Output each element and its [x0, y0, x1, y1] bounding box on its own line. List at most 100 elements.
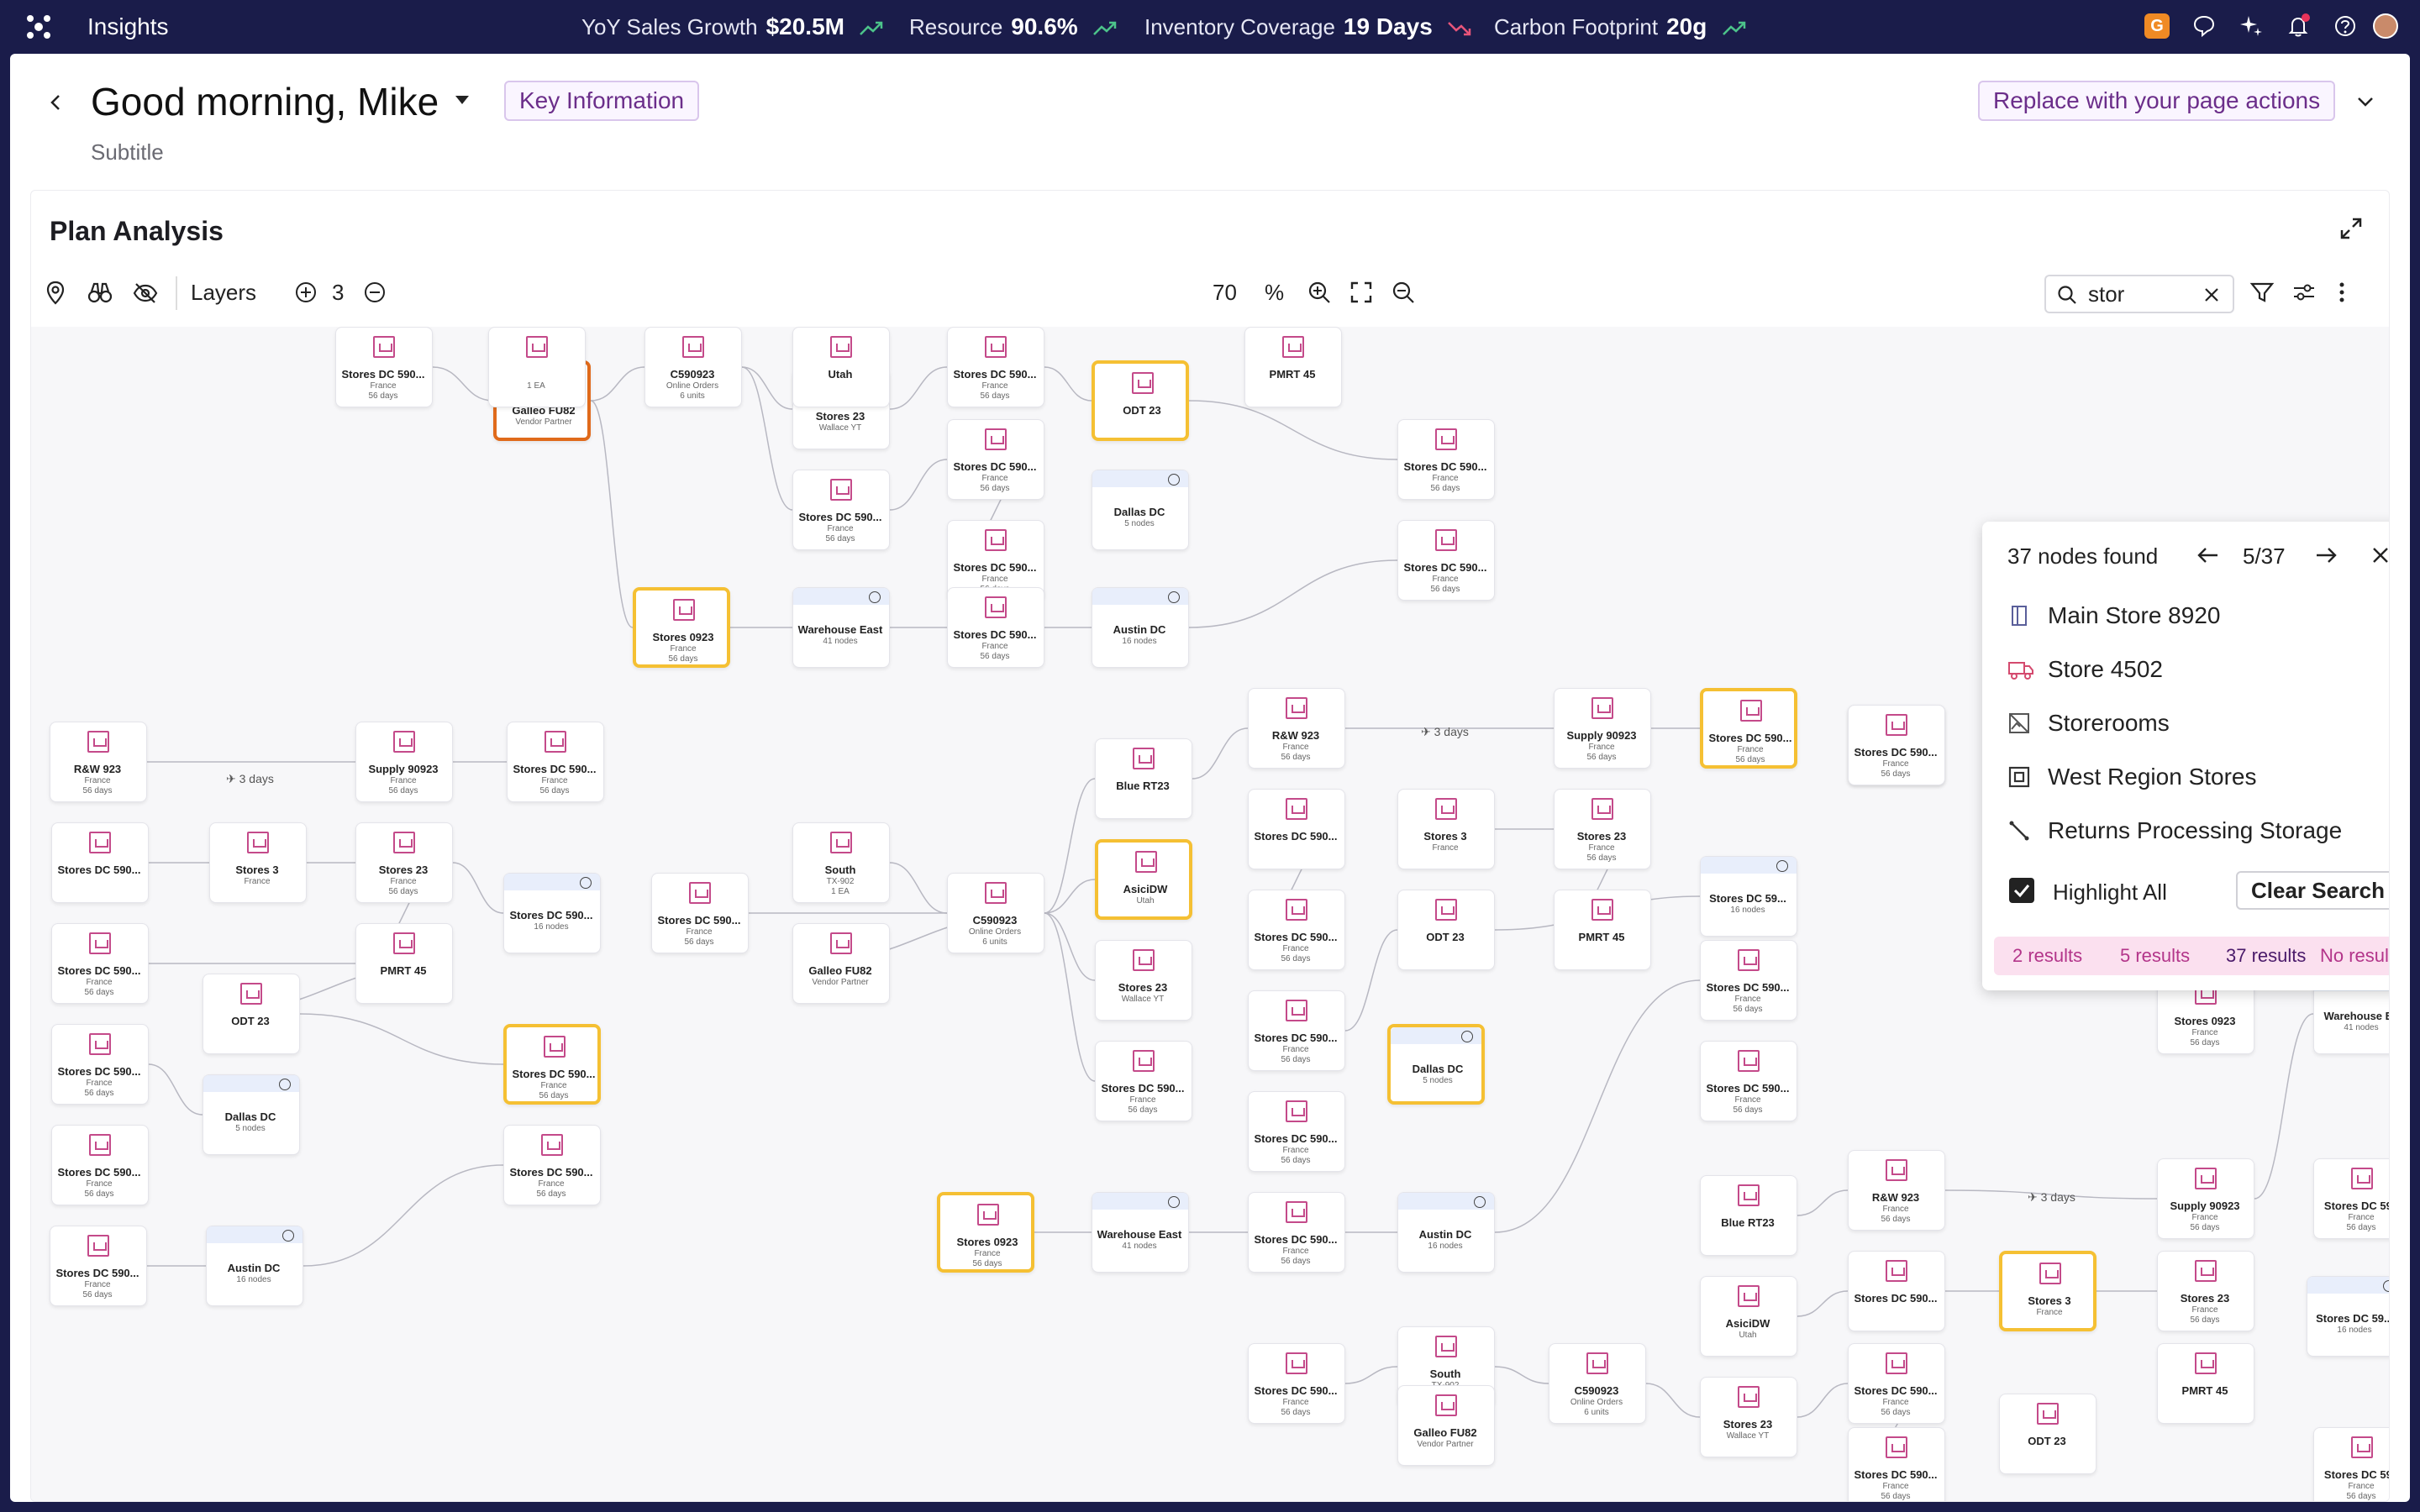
- expand-group-icon[interactable]: [869, 591, 881, 603]
- zoom-value[interactable]: 70: [1213, 280, 1237, 306]
- expand-group-icon[interactable]: [1168, 1196, 1180, 1208]
- graph-node[interactable]: PMRT 45: [1244, 327, 1342, 407]
- location-pin-icon[interactable]: [43, 280, 68, 307]
- graph-node[interactable]: Stores DC 59... 16 nodes: [1700, 856, 1797, 937]
- graph-node[interactable]: Stores DC 590...France56 days: [1848, 705, 1945, 785]
- graph-node[interactable]: Warehouse East 41 nodes: [1092, 1192, 1189, 1273]
- graph-node[interactable]: R&W 923 France 56 days: [1248, 688, 1345, 769]
- expand-group-icon[interactable]: [1461, 1031, 1473, 1042]
- graph-node[interactable]: 1 EA: [488, 327, 586, 407]
- graph-node[interactable]: Stores DC 590...France56 days: [51, 1024, 149, 1105]
- graph-node[interactable]: ODT 23: [1397, 890, 1495, 970]
- avatar[interactable]: [2373, 13, 2398, 39]
- graph-node[interactable]: Warehouse East 41 nodes: [792, 587, 890, 668]
- graph-node[interactable]: Stores DC 590...France56 days: [1700, 1041, 1797, 1121]
- graph-node[interactable]: Stores DC 590...: [1848, 1251, 1945, 1331]
- graph-node[interactable]: Stores DC 590...France56 days: [1397, 419, 1495, 500]
- remove-layer-icon[interactable]: [362, 280, 387, 305]
- graph-node[interactable]: Stores DC 590...France56 days: [1397, 520, 1495, 601]
- graph-node[interactable]: C590923 Online Orders 6 units: [1549, 1343, 1646, 1424]
- graph-node[interactable]: Stores DC 590...France56 days: [51, 1125, 149, 1205]
- expand-icon[interactable]: [2338, 216, 2364, 241]
- graph-node[interactable]: Stores DC 590...France56 days: [1248, 1343, 1345, 1424]
- graph-node[interactable]: Stores 23 France 56 days: [1554, 789, 1651, 869]
- page-actions-button[interactable]: Replace with your page actions: [1978, 81, 2336, 121]
- graph-node[interactable]: Dallas DC 5 nodes: [1387, 1024, 1485, 1105]
- visibility-off-icon[interactable]: [132, 280, 159, 307]
- chevron-down-icon[interactable]: [2354, 91, 2376, 113]
- graph-node[interactable]: ODT 23: [1999, 1394, 2096, 1474]
- graph-node[interactable]: PMRT 45: [2157, 1343, 2254, 1424]
- graph-node[interactable]: ODT 23: [203, 974, 300, 1054]
- graph-node[interactable]: Stores DC 590...France56 days: [1095, 1041, 1192, 1121]
- graph-node[interactable]: Stores DC 590...France56 days: [335, 327, 433, 407]
- graph-node[interactable]: Stores DC 590...France56 days: [503, 1024, 601, 1105]
- search-input[interactable]: [2088, 281, 2189, 307]
- help-icon[interactable]: [2333, 13, 2358, 39]
- graph-node[interactable]: Stores 0923 France 56 days: [633, 587, 730, 668]
- next-result-icon[interactable]: [2313, 543, 2338, 567]
- graph-node[interactable]: Stores DC 590...France56 days: [1700, 688, 1797, 769]
- result-item[interactable]: Storerooms: [2007, 706, 2377, 740]
- graph-node[interactable]: Stores DC 590...France56 days: [1248, 1192, 1345, 1273]
- zoom-in-icon[interactable]: [1307, 280, 1332, 305]
- search-box[interactable]: [2044, 275, 2234, 313]
- g-app-icon[interactable]: G: [2144, 13, 2170, 39]
- graph-node[interactable]: Stores 3 France: [1397, 789, 1495, 869]
- graph-node[interactable]: Dallas DC 5 nodes: [203, 1074, 300, 1155]
- chevron-down-icon[interactable]: [454, 94, 471, 106]
- graph-node[interactable]: Stores DC 590...France56 days: [50, 1226, 147, 1306]
- bell-icon[interactable]: [2286, 13, 2311, 39]
- previous-result-icon[interactable]: [2196, 543, 2221, 567]
- graph-node[interactable]: Stores DC 590...France56 days: [1248, 990, 1345, 1071]
- zoom-out-icon[interactable]: [1391, 280, 1416, 305]
- graph-node[interactable]: Austin DC 16 nodes: [1092, 587, 1189, 668]
- add-layer-icon[interactable]: [293, 280, 318, 305]
- graph-node[interactable]: Stores DC 590...France56 days: [651, 873, 749, 953]
- graph-node[interactable]: Stores 3 France: [1999, 1251, 2096, 1331]
- graph-node[interactable]: Supply 90923 France 56 days: [355, 722, 453, 802]
- graph-node[interactable]: Stores DC 590...France56 days: [503, 1125, 601, 1205]
- result-item[interactable]: Store 4502: [2007, 653, 2377, 686]
- expand-group-icon[interactable]: [282, 1230, 294, 1242]
- graph-node[interactable]: Stores 23 France 56 days: [355, 822, 453, 903]
- graph-node[interactable]: Stores 23 Wallace YT: [1700, 1377, 1797, 1457]
- graph-node[interactable]: Stores DC 590France56 days: [2313, 1158, 2389, 1239]
- graph-node[interactable]: AsiciDW Utah: [1700, 1276, 1797, 1357]
- sparkle-icon[interactable]: [2238, 13, 2264, 39]
- expand-group-icon[interactable]: [580, 877, 592, 889]
- more-vertical-icon[interactable]: [2333, 280, 2350, 305]
- graph-node[interactable]: Stores 23 France 56 days: [2157, 1251, 2254, 1331]
- kpi-inventory-coverage[interactable]: Inventory Coverage 19 Days: [1144, 13, 1472, 40]
- clear-search-icon[interactable]: [2202, 286, 2221, 304]
- graph-node[interactable]: Stores DC 590...France56 days: [947, 327, 1044, 407]
- graph-node[interactable]: AsiciDW Utah: [1095, 839, 1192, 920]
- expand-group-icon[interactable]: [1776, 860, 1788, 872]
- expand-group-icon[interactable]: [1474, 1196, 1486, 1208]
- filter-icon[interactable]: [2249, 280, 2275, 305]
- graph-node[interactable]: Stores DC 590...France56 days: [947, 419, 1044, 500]
- graph-node[interactable]: Supply 90923 France 56 days: [2157, 1158, 2254, 1239]
- binoculars-icon[interactable]: [87, 280, 113, 307]
- graph-node[interactable]: Stores 23 Wallace YT: [1095, 940, 1192, 1021]
- expand-group-icon[interactable]: [1168, 474, 1180, 486]
- kpi-carbon-footprint[interactable]: Carbon Footprint 20g: [1494, 13, 1747, 40]
- chip-2-results[interactable]: 2 results: [2012, 945, 2082, 967]
- result-item[interactable]: West Region Stores: [2007, 760, 2377, 794]
- graph-node[interactable]: Stores 3 France: [209, 822, 307, 903]
- graph-node[interactable]: Stores DC 590...France56 days: [792, 470, 890, 550]
- result-item[interactable]: Returns Processing Storage: [2007, 814, 2377, 848]
- expand-group-icon[interactable]: [279, 1079, 291, 1090]
- graph-node[interactable]: Stores DC 590...: [51, 822, 149, 903]
- graph-node[interactable]: Supply 90923 France 56 days: [1554, 688, 1651, 769]
- highlight-all-checkbox[interactable]: [2009, 878, 2034, 903]
- graph-node[interactable]: Stores DC 590...France56 days: [947, 587, 1044, 668]
- graph-node[interactable]: Stores DC 590...France56 days: [1848, 1427, 1945, 1501]
- graph-node[interactable]: Stores 0923 France 56 days: [937, 1192, 1034, 1273]
- close-icon[interactable]: [2369, 543, 2390, 567]
- graph-node[interactable]: PMRT 45: [355, 923, 453, 1004]
- key-information-button[interactable]: Key Information: [504, 81, 700, 121]
- graph-node[interactable]: Stores DC 590...France56 days: [1848, 1343, 1945, 1424]
- app-logo-icon[interactable]: [24, 12, 54, 42]
- graph-node[interactable]: Stores DC 590...: [1248, 789, 1345, 869]
